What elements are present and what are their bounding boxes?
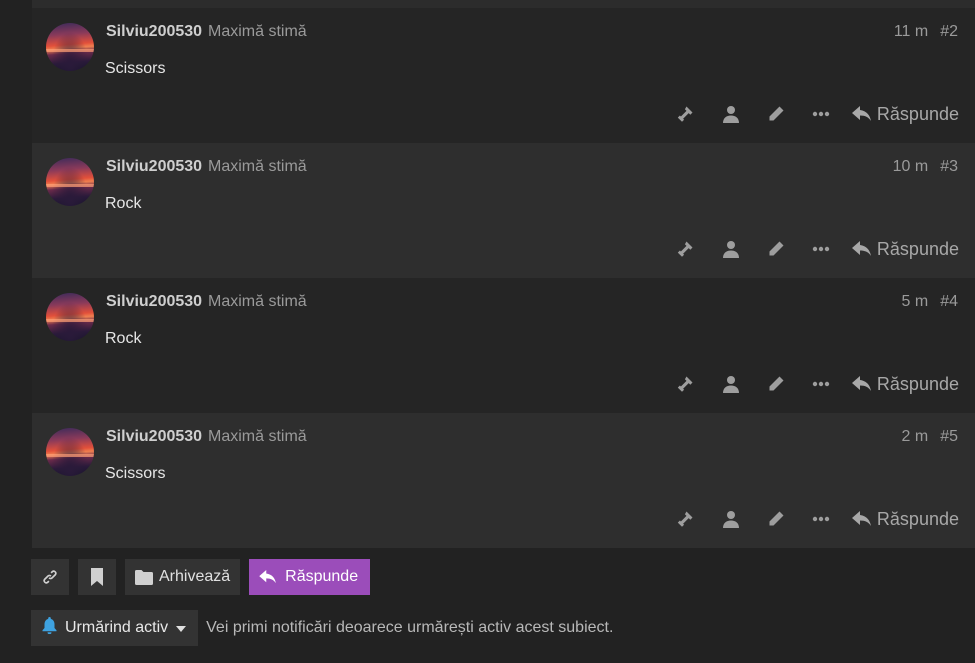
- user-icon[interactable]: [721, 104, 741, 124]
- user-title: Maximă stimă: [208, 293, 307, 310]
- post-number[interactable]: #3: [940, 158, 958, 175]
- post-5: Silviu200530 Maximă stimă 2 m #5 Scissors…: [32, 413, 975, 548]
- reply-label: Răspunde: [876, 103, 959, 124]
- ellipsis-icon[interactable]: [811, 104, 831, 124]
- user-title: Maximă stimă: [208, 23, 307, 40]
- post-number[interactable]: #2: [940, 23, 958, 40]
- post-time[interactable]: 5 m: [902, 293, 929, 310]
- ellipsis-icon[interactable]: [811, 509, 831, 529]
- topic-reply-button[interactable]: Răspunde: [249, 559, 371, 595]
- post-time[interactable]: 11 m: [894, 23, 928, 40]
- username[interactable]: Silviu200530: [106, 158, 202, 176]
- user-icon[interactable]: [721, 374, 741, 394]
- previous-post-edge: [32, 0, 975, 8]
- notification-controls: Urmărind activ Vei primi notificări deoa…: [31, 610, 613, 646]
- notification-description: Vei primi notificări deoarece urmărești …: [206, 619, 614, 636]
- avatar[interactable]: [46, 23, 94, 71]
- bookmark-icon: [91, 568, 103, 586]
- post-content: Rock: [105, 195, 142, 212]
- bookmark-button[interactable]: [78, 559, 116, 595]
- ellipsis-icon[interactable]: [811, 374, 831, 394]
- post-time[interactable]: 2 m: [902, 428, 929, 445]
- avatar[interactable]: [46, 158, 94, 206]
- reply-label: Răspunde: [876, 508, 959, 529]
- user-title: Maximă stimă: [208, 428, 307, 445]
- ellipsis-icon[interactable]: [811, 239, 831, 259]
- gavel-icon[interactable]: [676, 374, 696, 394]
- user-icon[interactable]: [721, 509, 741, 529]
- post-number[interactable]: #5: [940, 428, 958, 445]
- topic-reply-label: Răspunde: [285, 568, 359, 585]
- avatar[interactable]: [46, 293, 94, 341]
- reply-icon: [851, 376, 871, 391]
- notification-level-dropdown[interactable]: Urmărind activ: [31, 610, 199, 646]
- post-meta: 11 m #2: [894, 23, 958, 41]
- gavel-icon[interactable]: [676, 104, 696, 124]
- reply-label: Răspunde: [876, 238, 959, 259]
- pencil-icon[interactable]: [766, 239, 786, 259]
- archive-button[interactable]: Arhivează: [125, 559, 241, 595]
- topic-footer-buttons: Arhivează Răspunde: [31, 559, 379, 595]
- pencil-icon[interactable]: [766, 104, 786, 124]
- bell-icon: [42, 617, 57, 639]
- post-2: Silviu200530 Maximă stimă 11 m #2 Scissor…: [32, 8, 975, 143]
- link-icon: [43, 570, 57, 584]
- username[interactable]: Silviu200530: [106, 23, 202, 41]
- post-3: Silviu200530 Maximă stimă 10 m #3 Rock Ră…: [32, 143, 975, 278]
- username[interactable]: Silviu200530: [106, 293, 202, 311]
- avatar[interactable]: [46, 428, 94, 476]
- archive-label: Arhivează: [159, 568, 231, 585]
- pencil-icon[interactable]: [766, 509, 786, 529]
- post-actions: Răspunde: [676, 373, 959, 395]
- post-actions: Răspunde: [676, 238, 959, 260]
- caret-down-icon: [176, 619, 187, 637]
- post-meta: 2 m #5: [902, 428, 958, 446]
- reply-button[interactable]: Răspunde: [851, 373, 959, 395]
- reply-icon: [851, 241, 871, 256]
- user-icon[interactable]: [721, 239, 741, 259]
- notification-level-label: Urmărind activ: [65, 619, 169, 636]
- pencil-icon[interactable]: [766, 374, 786, 394]
- share-link-button[interactable]: [31, 559, 69, 595]
- reply-button[interactable]: Răspunde: [851, 508, 959, 530]
- user-title: Maximă stimă: [208, 158, 307, 175]
- post-content: Rock: [105, 330, 142, 347]
- reply-icon: [851, 106, 871, 121]
- username[interactable]: Silviu200530: [106, 428, 202, 446]
- gavel-icon[interactable]: [676, 509, 696, 529]
- post-actions: Răspunde: [676, 103, 959, 125]
- reply-button[interactable]: Răspunde: [851, 103, 959, 125]
- post-4: Silviu200530 Maximă stimă 5 m #4 Rock Răs…: [32, 278, 975, 413]
- post-meta: 10 m #3: [893, 158, 958, 176]
- gavel-icon[interactable]: [676, 239, 696, 259]
- post-stream: Silviu200530 Maximă stimă 11 m #2 Scissor…: [32, 8, 975, 548]
- post-content: Scissors: [105, 60, 166, 77]
- post-actions: Răspunde: [676, 508, 959, 530]
- reply-label: Răspunde: [876, 373, 959, 394]
- post-time[interactable]: 10 m: [893, 158, 929, 175]
- reply-button[interactable]: Răspunde: [851, 238, 959, 260]
- reply-icon: [259, 570, 277, 584]
- folder-icon: [135, 569, 153, 585]
- post-number[interactable]: #4: [940, 293, 958, 310]
- post-meta: 5 m #4: [902, 293, 958, 311]
- reply-icon: [851, 511, 871, 526]
- post-content: Scissors: [105, 465, 166, 482]
